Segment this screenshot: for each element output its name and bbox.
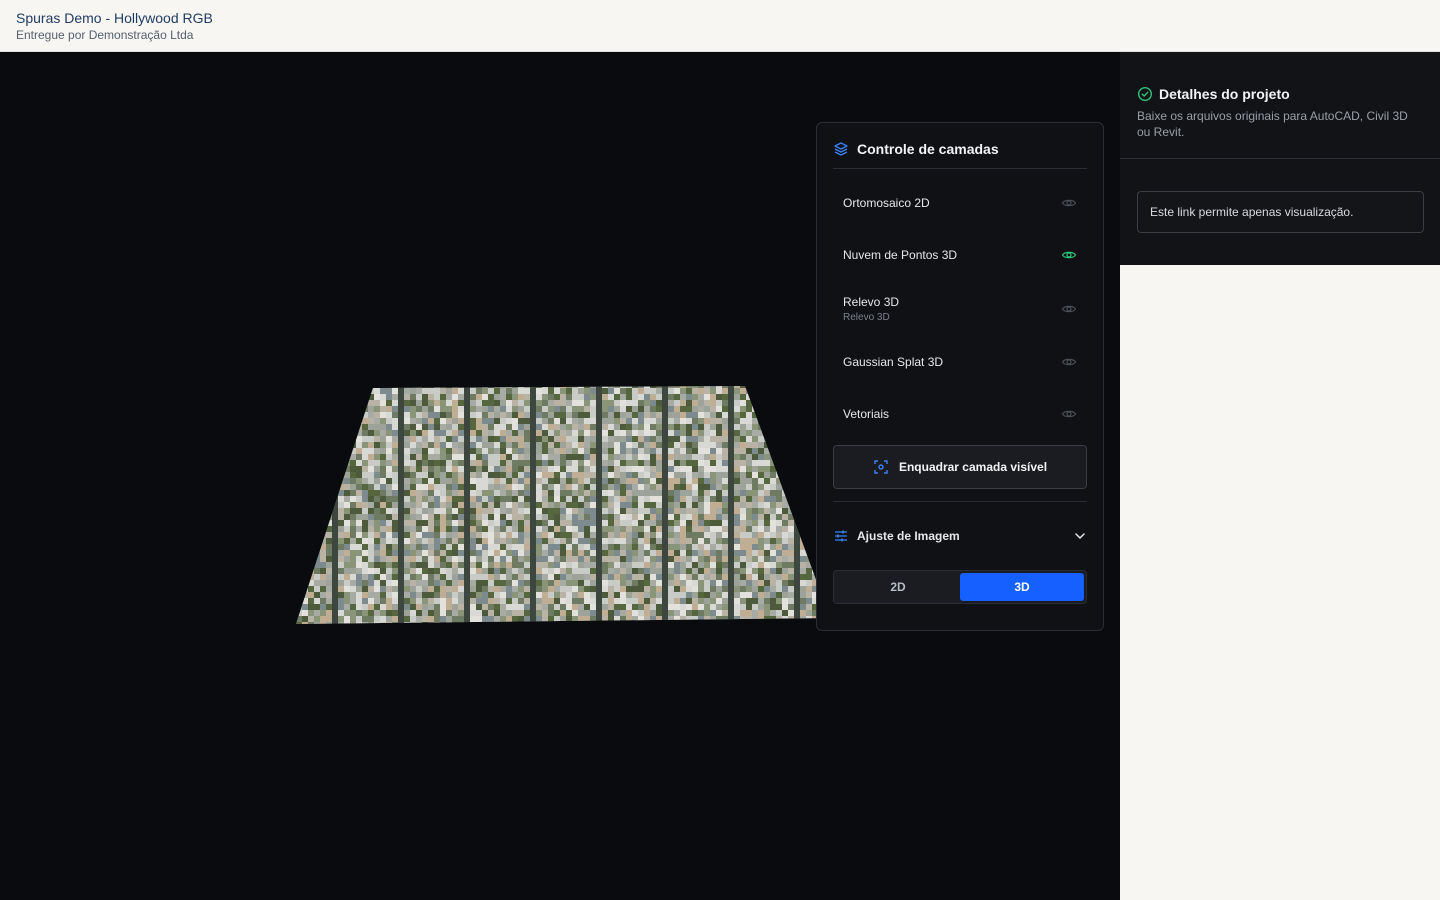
image-adjust-toggle[interactable]: Ajuste de Imagem [833,502,1087,570]
eye-icon[interactable] [1061,301,1077,317]
chevron-down-icon[interactable] [1073,529,1087,543]
layer-panel-title: Controle de camadas [857,140,999,157]
layer-name: Gaussian Splat 3D [843,355,944,369]
layer-name: Nuvem de Pontos 3D [843,248,958,262]
project-details-section: Detalhes do projeto Baixe os arquivos or… [1120,52,1440,265]
project-details-description: Baixe os arquivos originais para AutoCAD… [1137,109,1408,139]
view-mode-3d-button[interactable]: 3D [960,573,1084,601]
project-sidebar: Detalhes do projeto Baixe os arquivos or… [1120,52,1440,900]
project-title: Spuras Demo - Hollywood RGB [16,10,213,26]
layer-item-vetoriais[interactable]: Vetoriais [833,388,1087,440]
layer-item-gaussian-splat[interactable]: Gaussian Splat 3D [833,336,1087,388]
sliders-icon [835,530,847,542]
layer-name: Ortomosaico 2D [843,196,930,210]
fit-visible-layer-button[interactable]: Enquadrar camada visível [833,445,1087,489]
3d-viewer-canvas[interactable]: Controle de camadas Ortomosaico 2D Nuvem… [0,52,1120,900]
view-mode-toggle: 2D 3D [833,570,1087,604]
layer-list: Ortomosaico 2D Nuvem de Pontos 3D Relevo… [833,169,1087,440]
project-subtitle: Entregue por Demonstração Ltda [16,28,194,42]
eye-icon[interactable] [1061,247,1077,263]
layer-name: Vetoriais [843,407,890,421]
layer-control-panel: Controle de camadas Ortomosaico 2D Nuvem… [816,122,1104,631]
eye-icon[interactable] [1061,354,1077,370]
view-only-notice: Este link permite apenas visualização. [1137,191,1424,233]
layers-icon [834,141,848,156]
view-mode-2d-button[interactable]: 2D [836,573,960,601]
project-details-title: Detalhes do projeto [1159,86,1290,102]
fit-visible-layer-label: Enquadrar camada visível [898,460,1048,474]
layer-item-relevo[interactable]: Relevo 3D Relevo 3D [833,281,1087,336]
layer-item-ortomosaico[interactable]: Ortomosaico 2D [833,177,1087,229]
point-cloud-tiles [296,386,830,624]
layer-panel-header: Controle de camadas [833,123,1087,169]
layer-subtitle: Relevo 3D [843,311,890,323]
check-circle-icon [1137,86,1153,102]
eye-icon[interactable] [1061,195,1077,211]
focus-frame-icon [874,460,888,474]
image-adjust-label: Ajuste de Imagem [857,529,960,543]
eye-icon[interactable] [1061,406,1077,422]
layer-item-nuvem-pontos[interactable]: Nuvem de Pontos 3D [833,229,1087,281]
top-bar: Spuras Demo - Hollywood RGB Entregue por… [0,0,1440,52]
layer-name: Relevo 3D [843,294,900,309]
